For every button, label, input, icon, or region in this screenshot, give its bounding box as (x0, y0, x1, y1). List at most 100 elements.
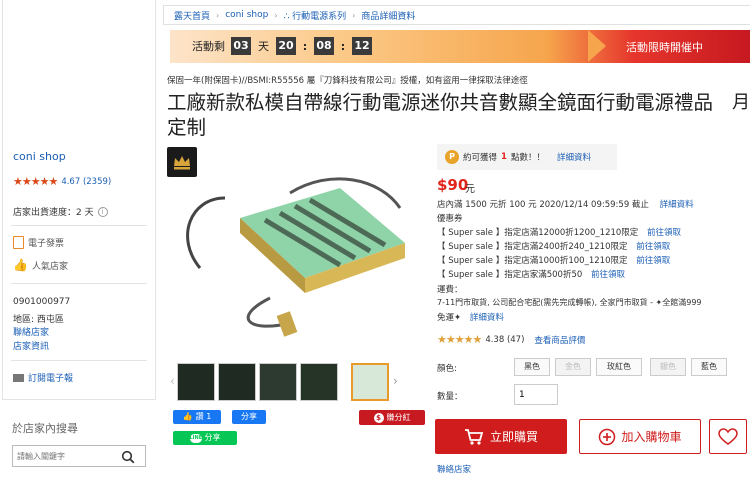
search-icon[interactable] (121, 449, 135, 464)
countdown-colon: : (302, 39, 308, 53)
earn-bonus-button[interactable]: $ 賺分紅 (359, 410, 425, 425)
chevron-right-icon[interactable]: › (393, 374, 398, 388)
thumbs-up-icon: 👍 (13, 258, 28, 272)
favorite-button[interactable] (709, 419, 747, 454)
product-rating-row: ★★★★★ 4.38 (47) 查看商品評價 (437, 333, 585, 346)
banner-promo-text: 活動限時開催中 (626, 41, 703, 54)
product-warning: 保固一年(附保固卡)//BSMI:R55556 屬『刀鋒科技有限公司』授權，如有… (167, 76, 528, 86)
store-search-box (12, 445, 146, 467)
shop-info-link[interactable]: 店家資訊 (13, 342, 49, 352)
claim-coupon-link[interactable]: 前往領取 (591, 270, 625, 280)
thumbs-up-icon: 👍 (182, 412, 193, 421)
claim-coupon-link[interactable]: 前往領取 (647, 228, 681, 238)
countdown-label: 活動剩 (192, 40, 225, 53)
breadcrumb-category[interactable]: ∴ 行動電源系列 (284, 9, 347, 22)
info-icon[interactable]: i (97, 206, 108, 217)
quantity-input[interactable] (514, 384, 558, 405)
divider (11, 225, 147, 226)
color-option-silver[interactable]: 銀色 (650, 358, 686, 376)
subscribe-row[interactable]: 訂閱電子報 (13, 371, 73, 384)
countdown-seconds: 12 (352, 37, 372, 55)
claim-coupon-link[interactable]: 前往領取 (636, 256, 670, 266)
thumbnail[interactable] (177, 363, 215, 401)
like-label: 讚 1 (195, 412, 212, 421)
popular-label: 人氣店家 (31, 261, 68, 272)
chevron-right-icon: › (274, 10, 278, 20)
contact-shop-link[interactable]: 聯絡店家 (13, 328, 49, 338)
countdown-hours: 20 (276, 37, 296, 55)
clipped-title-char: 月 (732, 92, 750, 113)
earn-bonus-label: 賺分紅 (386, 412, 411, 422)
price-unit: 元 (465, 184, 475, 195)
discount-row: 店內滿 1500 元折 100 元 2020/12/14 09:59:59 截止… (437, 198, 694, 210)
shipping-title: 運費： (437, 285, 463, 295)
breadcrumb-shop[interactable]: coni shop (225, 10, 268, 20)
facebook-like-button[interactable]: 👍 讚 1 (173, 410, 221, 424)
shop-info-panel: coni shop ★★★★★ 4.67 (2359) 店家出貨速度：2 天 i… (2, 0, 156, 400)
thumbnail[interactable] (259, 363, 297, 401)
shipping-row2: 免運✦ 詳細資料 (437, 311, 504, 323)
line-share-button[interactable]: LINE 分享 (173, 431, 237, 445)
coupon-row: 【 Super sale 】指定店滿1000折100_1210限定 前往領取 (437, 254, 670, 266)
breadcrumb-home[interactable]: 露天首頁 (174, 9, 210, 22)
thumbnail[interactable] (300, 363, 338, 401)
contact-shop-link[interactable]: 聯絡店家 (437, 465, 471, 475)
sidebar: coni shop ★★★★★ 4.67 (2359) 店家出貨速度：2 天 i… (0, 0, 160, 478)
product-price: $90 (437, 176, 469, 194)
thumbnail[interactable] (218, 363, 256, 401)
breadcrumb-current[interactable]: 商品詳細資料 (361, 9, 415, 22)
coupon-row: 【 Super sale 】指定店家滿500折50 前往領取 (437, 268, 625, 280)
countdown-day-unit: 天 (258, 40, 269, 53)
quantity-label: 數量： (437, 392, 463, 402)
star-rating-icon: ★★★★★ (13, 175, 58, 188)
subscribe-link[interactable]: 訂閱電子報 (28, 371, 73, 384)
invoice-icon (13, 236, 24, 249)
color-option-blue[interactable]: 藍色 (691, 358, 727, 376)
countdown-banner: 活動剩 03 天 20 : 08 : 12 活動限時開催中 (170, 30, 750, 63)
facebook-share-button[interactable]: 分享 (232, 410, 266, 424)
coupon-text: 【 Super sale 】指定店滿2400折240_1210限定 (437, 242, 628, 252)
divider (11, 283, 147, 284)
shop-name-link[interactable]: coni shop (13, 150, 66, 163)
color-option-rose[interactable]: 玫紅色 (596, 358, 642, 376)
shipping-text: 7-11門市取貨, 公司配合宅配(需先完成轉帳), 全家門市取貨 - ✦全館滿9… (437, 298, 702, 307)
mail-icon (13, 373, 24, 382)
invoice-row: 電子發票 (13, 236, 64, 249)
discount-detail-link[interactable]: 詳細資料 (660, 200, 694, 210)
color-label: 顏色: (437, 364, 457, 374)
buy-now-button[interactable]: 立即購買 (435, 419, 567, 454)
shop-phone: 0901000977 (13, 297, 71, 307)
points-detail-link[interactable]: 詳細資料 (557, 151, 591, 163)
plus-circle-icon (599, 428, 616, 445)
popular-row: 👍 人氣店家 (13, 258, 68, 272)
color-option-gold[interactable]: 金色 (555, 358, 591, 376)
cart-icon (464, 428, 484, 445)
add-to-cart-button[interactable]: 加入購物車 (579, 419, 701, 454)
coupon-text: 【 Super sale 】指定店家滿500折50 (437, 270, 583, 280)
claim-coupon-link[interactable]: 前往領取 (636, 242, 670, 252)
dollar-icon: $ (373, 412, 384, 423)
color-option-black[interactable]: 黑色 (514, 358, 550, 376)
shop-rating-link[interactable]: 4.67 (2359) (61, 177, 111, 187)
chevron-left-icon[interactable]: ‹ (170, 374, 175, 388)
thumbnail-selected[interactable] (351, 363, 389, 401)
product-image[interactable] (170, 148, 430, 358)
shipping-detail-link[interactable]: 詳細資料 (470, 313, 504, 323)
chevron-right-icon: › (216, 10, 220, 20)
countdown-minutes: 08 (314, 37, 334, 55)
banner-arrow (588, 30, 606, 62)
invoice-label: 電子發票 (28, 239, 65, 249)
points-unit: 點數！！ (510, 153, 545, 163)
coupon-row: 【 Super sale 】指定店滿12000折1200_1210限定 前往領取 (437, 226, 681, 238)
add-to-cart-label: 加入購物車 (621, 430, 682, 444)
coupon-row: 【 Super sale 】指定店滿2400折240_1210限定 前往領取 (437, 240, 670, 252)
product-rating: 4.38 (47) (485, 334, 525, 345)
shipping-text-2: 免運✦ (437, 313, 462, 323)
view-reviews-link[interactable]: 查看商品評價 (534, 334, 585, 346)
discount-text: 店內滿 1500 元折 100 元 2020/12/14 09:59:59 截止 (437, 200, 649, 210)
coupon-text: 【 Super sale 】指定店滿1000折100_1210限定 (437, 256, 628, 266)
star-rating-icon: ★★★★★ (437, 333, 482, 346)
ship-speed-text: 店家出貨速度：2 天 (13, 208, 94, 218)
medal-icon: P (445, 150, 459, 164)
store-search-input[interactable] (13, 451, 121, 461)
